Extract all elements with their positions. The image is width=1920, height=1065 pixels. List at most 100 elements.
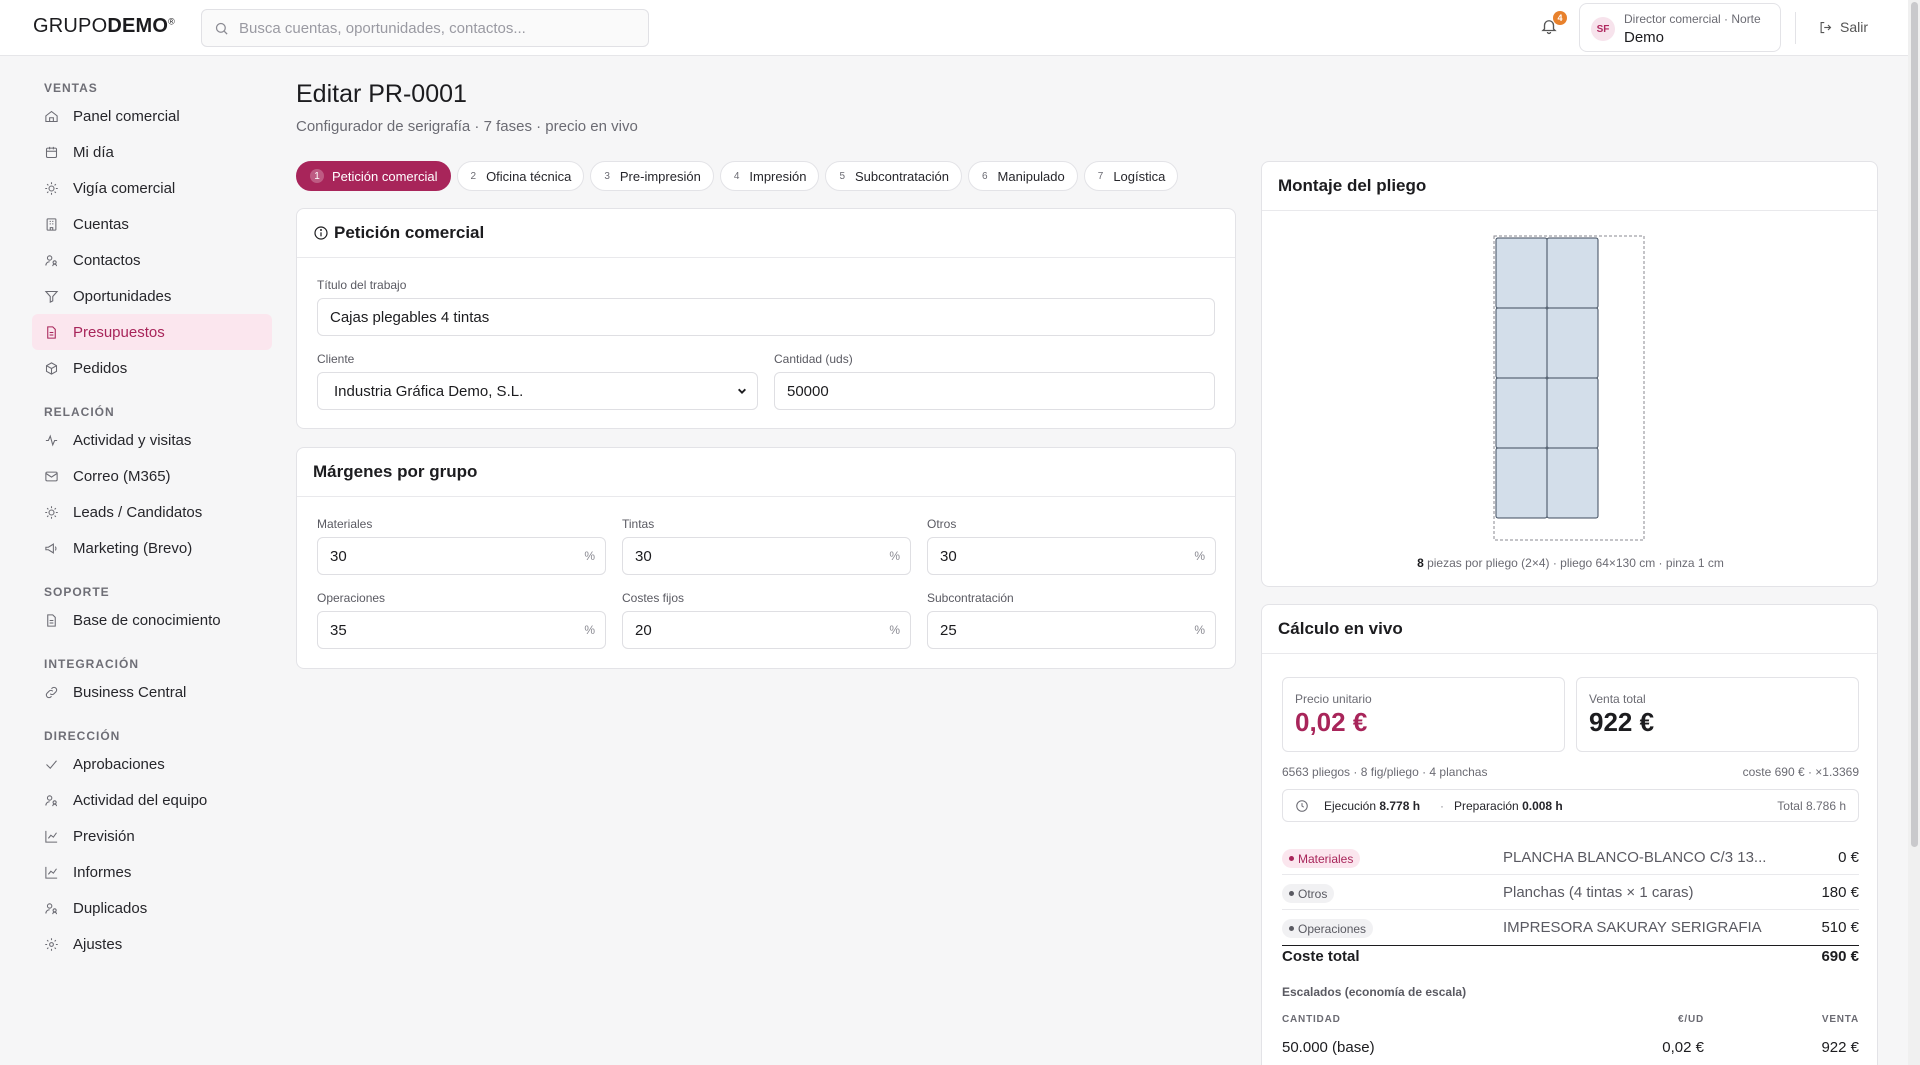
margin-label-subcontratacion: Subcontratación [927, 591, 1014, 605]
sidebar-item-leads-candidatos[interactable]: Leads / Candidatos [32, 494, 272, 530]
page-title: Editar PR-0001 [296, 80, 467, 108]
margin-label-operaciones: Operaciones [317, 591, 386, 605]
contacts-icon [45, 794, 58, 806]
sheet-piece [1495, 307, 1548, 379]
sidebar-item-prevision[interactable]: Previsión [32, 818, 272, 854]
quantity-input[interactable]: 50000 [774, 372, 1215, 410]
phase-stepper: 1 Petición comercial 2 Oficina técnica 3… [296, 161, 1179, 191]
sheet-piece [1495, 377, 1548, 449]
margin-input-materiales[interactable]: 30 % [317, 537, 606, 575]
step-label: Pre-impresión [619, 168, 701, 184]
tab-phase-1[interactable]: 1 Petición comercial [296, 161, 451, 191]
logo[interactable]: GRUPODEMO® [33, 15, 175, 38]
production-summary: 6563 pliegos · 8 fig/pliego · 4 planchas… [1282, 765, 1859, 779]
card-header: Márgenes por grupo [297, 448, 1235, 497]
kpi-label: Venta total [1589, 692, 1646, 706]
step-number: 3 [604, 170, 610, 182]
document-icon [47, 325, 56, 339]
request-card: Petición comercial Título del trabajo Ca… [296, 208, 1236, 429]
step-label: Oficina técnica [486, 168, 572, 184]
margin-input-costes-fijos[interactable]: 20 % [622, 611, 911, 649]
cost-amount: 0 € [1838, 849, 1859, 866]
avatar: SF [1591, 17, 1615, 41]
sidebar-item-label: Informes [73, 863, 132, 881]
tab-phase-6[interactable]: 6 Manipulado [967, 161, 1078, 191]
sheet-caption-text: piezas por pliego (2×4) · pliego 64×130 … [1423, 556, 1724, 570]
sidebar-item-ajustes[interactable]: Ajustes [32, 926, 272, 962]
card-title: Montaje del pliego [1278, 176, 1427, 195]
sidebar-item-contactos[interactable]: Contactos [32, 242, 272, 278]
box-icon [45, 361, 58, 375]
chart-icon [45, 866, 58, 879]
client-select[interactable]: Industria Gráfica Demo, S.L. [317, 372, 758, 410]
chart-icon [45, 830, 58, 843]
margin-value: 35 [330, 621, 347, 639]
sidebar-item-cuentas[interactable]: Cuentas [32, 206, 272, 242]
user-menu[interactable]: SF Director comercial · Norte Demo [1579, 3, 1781, 52]
sheet-caption: 8 piezas por pliego (2×4) · pliego 64×13… [1262, 556, 1879, 570]
tab-phase-4[interactable]: 4 Impresión [719, 161, 820, 191]
sidebar-item-oportunidades[interactable]: Oportunidades [32, 278, 272, 314]
nav-section-title: VENTAS [44, 81, 98, 95]
total-time: Total 8.786 h [1777, 799, 1846, 813]
margins-card: Márgenes por grupo Materiales 30 % Tinta… [296, 447, 1236, 669]
search-input[interactable] [239, 19, 639, 37]
logout-button[interactable]: Salir [1818, 19, 1868, 35]
sidebar-item-vigia-comercial[interactable]: Vigía comercial [32, 170, 272, 206]
global-search[interactable] [201, 9, 649, 47]
kpi-label: Precio unitario [1295, 692, 1372, 706]
job-title-input[interactable]: Cajas plegables 4 tintas [317, 298, 1215, 336]
sidebar-item-presupuestos[interactable]: Presupuestos [32, 314, 272, 350]
sidebar-item-correo-m365[interactable]: Correo (M365) [32, 458, 272, 494]
total-cost-row: Coste total 690 € [1282, 948, 1859, 965]
tab-phase-5[interactable]: 5 Subcontratación [825, 161, 962, 191]
logout-icon [1820, 21, 1832, 33]
margin-input-otros[interactable]: 30 % [927, 537, 1216, 575]
user-role: Director comercial · Norte [1624, 12, 1761, 26]
sidebar-item-business-central[interactable]: Business Central [32, 674, 272, 710]
cost-amount: 510 € [1821, 919, 1859, 936]
logo-text-bold: DEMO [107, 15, 169, 37]
margin-input-tintas[interactable]: 30 % [622, 537, 911, 575]
sheet-piece [1546, 377, 1599, 449]
execution-time: Ejecución 8.778 h [1324, 799, 1420, 813]
sidebar-item-label: Business Central [73, 683, 187, 701]
sidebar-item-base-de-conocimiento[interactable]: Base de conocimiento [32, 602, 272, 638]
sidebar-item-duplicados[interactable]: Duplicados [32, 890, 272, 926]
table-row: 50.000 (base) 0,02 € 922 € [1282, 1039, 1859, 1065]
percent-unit: % [889, 549, 900, 563]
tab-phase-7[interactable]: 7 Logística [1083, 161, 1179, 191]
sidebar-item-marketing-brevo[interactable]: Marketing (Brevo) [32, 530, 272, 566]
tab-phase-3[interactable]: 3 Pre-impresión [590, 161, 714, 191]
contacts-icon [45, 902, 58, 914]
card-header: Petición comercial [297, 209, 1235, 258]
step-label: Logística [1113, 168, 1166, 184]
total-cost-value: 690 € [1821, 948, 1859, 965]
sidebar-item-actividad-del-equipo[interactable]: Actividad del equipo [32, 782, 272, 818]
margin-input-subcontratacion[interactable]: 25 % [927, 611, 1216, 649]
sheet-layout-card: Montaje del pliego 8 piezas por pliego (… [1261, 161, 1878, 587]
scrollbar-thumb[interactable] [1911, 2, 1918, 847]
sidebar-item-mi-dia[interactable]: Mi día [32, 134, 272, 170]
sidebar-item-aprobaciones[interactable]: Aprobaciones [32, 746, 272, 782]
contacts-icon [45, 254, 58, 266]
sidebar-item-actividad-y-visitas[interactable]: Actividad y visitas [32, 422, 272, 458]
tab-phase-2[interactable]: 2 Oficina técnica [456, 161, 585, 191]
nav-section-title: SOPORTE [44, 585, 110, 599]
sidebar-item-informes[interactable]: Informes [32, 854, 272, 890]
sidebar-item-panel-comercial[interactable]: Panel comercial [32, 98, 272, 134]
notification-count-badge: 4 [1553, 11, 1567, 25]
gear-icon [45, 937, 58, 951]
scale-title: Escalados (economía de escala) [1282, 985, 1467, 999]
margin-label-tintas: Tintas [622, 517, 655, 531]
sidebar-item-pedidos[interactable]: Pedidos [32, 350, 272, 386]
sidebar-item-label: Actividad y visitas [73, 431, 192, 449]
card-header: Montaje del pliego [1262, 162, 1877, 211]
cost-multiplier: coste 690 € · ×1.3369 [1742, 765, 1859, 779]
col-unit-price: €/UD [1678, 1014, 1704, 1025]
step-label: Manipulado [997, 168, 1065, 184]
check-icon [46, 759, 57, 769]
margin-input-operaciones[interactable]: 35 % [317, 611, 606, 649]
sidebar-item-label: Ajustes [73, 935, 123, 953]
percent-unit: % [889, 623, 900, 637]
